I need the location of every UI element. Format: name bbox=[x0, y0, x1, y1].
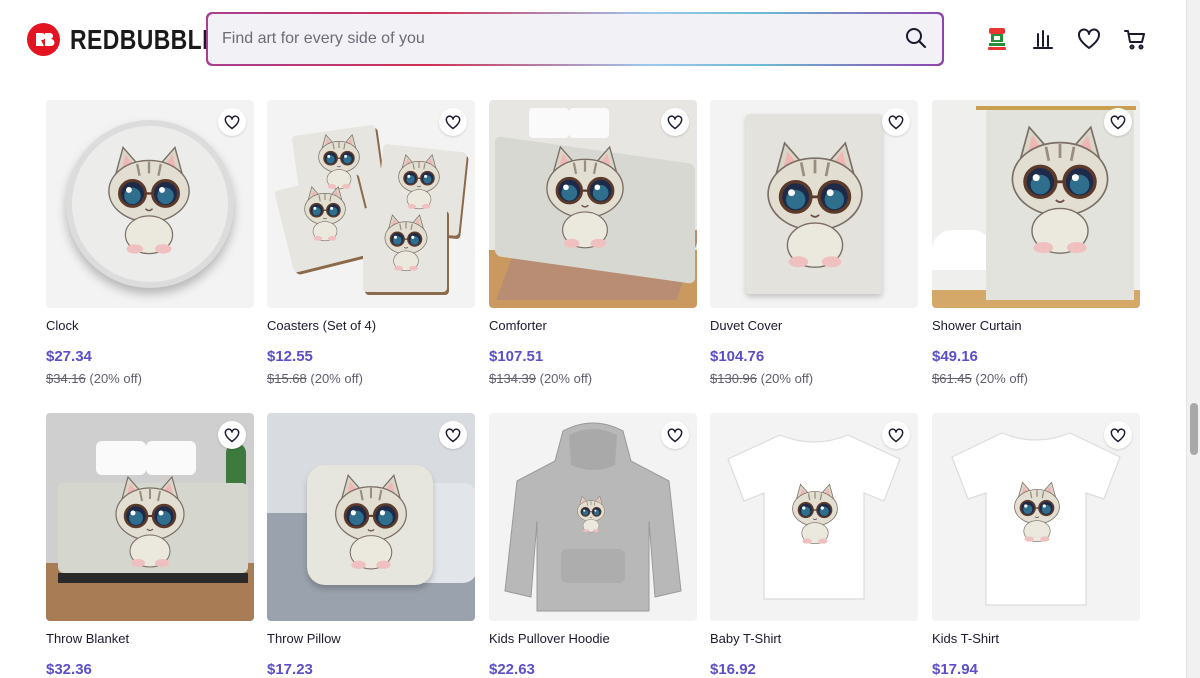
product-price: $49.16 bbox=[932, 348, 978, 365]
search-input[interactable] bbox=[222, 14, 882, 64]
original-price-row: $34.16 (20% off) bbox=[46, 371, 254, 386]
product-price: $16.92 bbox=[710, 661, 756, 678]
favorite-heart-icon[interactable] bbox=[218, 108, 246, 136]
product-image[interactable] bbox=[267, 413, 475, 621]
search-bar bbox=[206, 12, 944, 66]
product-title[interactable]: Throw Pillow bbox=[267, 631, 475, 647]
product-title[interactable]: Throw Blanket bbox=[46, 631, 254, 647]
discount-label: (20% off) bbox=[89, 371, 142, 386]
product-card[interactable]: Comforter $107.51 $134.39 (20% off) bbox=[489, 100, 697, 386]
product-card[interactable]: Coasters (Set of 4) $12.55 $15.68 (20% off… bbox=[267, 100, 475, 386]
product-card[interactable]: Throw Pillow $17.23 bbox=[267, 413, 475, 678]
product-image[interactable] bbox=[267, 100, 475, 308]
user-avatar-icon[interactable] bbox=[985, 26, 1009, 52]
product-title[interactable]: Comforter bbox=[489, 318, 697, 334]
product-card[interactable]: Baby T-Shirt $16.92 bbox=[710, 413, 918, 678]
redbubble-logo-mark bbox=[27, 23, 60, 56]
favorite-heart-icon[interactable] bbox=[882, 108, 910, 136]
product-title[interactable]: Shower Curtain bbox=[932, 318, 1140, 334]
original-price-row: $61.45 (20% off) bbox=[932, 371, 1140, 386]
product-price: $12.55 bbox=[267, 348, 313, 365]
original-price-row: $130.96 (20% off) bbox=[710, 371, 918, 386]
scrollbar-thumb[interactable] bbox=[1190, 403, 1198, 455]
activity-icon[interactable] bbox=[1031, 26, 1055, 52]
favorite-heart-icon[interactable] bbox=[439, 421, 467, 449]
product-title[interactable]: Baby T-Shirt bbox=[710, 631, 918, 647]
favorite-heart-icon[interactable] bbox=[1104, 421, 1132, 449]
product-price: $27.34 bbox=[46, 348, 92, 365]
product-title[interactable]: Clock bbox=[46, 318, 254, 334]
favorite-heart-icon[interactable] bbox=[661, 108, 689, 136]
favorite-heart-icon[interactable] bbox=[439, 108, 467, 136]
product-card[interactable]: Shower Curtain $49.16 $61.45 (20% off) bbox=[932, 100, 1140, 386]
site-header: REDBUBBLE bbox=[0, 0, 1186, 80]
heart-icon[interactable] bbox=[1077, 26, 1101, 52]
product-card[interactable]: Clock $27.34 $34.16 (20% off) bbox=[46, 100, 254, 386]
product-price: $22.63 bbox=[489, 661, 535, 678]
original-price-row: $134.39 (20% off) bbox=[489, 371, 697, 386]
search-icon[interactable] bbox=[904, 26, 930, 52]
original-price: $134.39 bbox=[489, 371, 536, 386]
original-price: $34.16 bbox=[46, 371, 86, 386]
brand-name: REDBUBBLE bbox=[70, 23, 218, 55]
favorite-heart-icon[interactable] bbox=[1104, 108, 1132, 136]
product-price: $107.51 bbox=[489, 348, 544, 365]
product-title[interactable]: Coasters (Set of 4) bbox=[267, 318, 475, 334]
cart-icon[interactable] bbox=[1123, 26, 1147, 52]
product-title[interactable]: Kids Pullover Hoodie bbox=[489, 631, 697, 647]
product-image[interactable] bbox=[489, 100, 697, 308]
product-image[interactable] bbox=[710, 100, 918, 308]
original-price-row: $15.68 (20% off) bbox=[267, 371, 475, 386]
page-scrollbar[interactable] bbox=[1186, 0, 1200, 678]
favorite-heart-icon[interactable] bbox=[882, 421, 910, 449]
original-price: $15.68 bbox=[267, 371, 307, 386]
discount-label: (20% off) bbox=[310, 371, 363, 386]
product-card[interactable]: Duvet Cover $104.76 $130.96 (20% off) bbox=[710, 100, 918, 386]
product-price: $104.76 bbox=[710, 348, 765, 365]
product-image[interactable] bbox=[46, 100, 254, 308]
product-price: $17.94 bbox=[932, 661, 978, 678]
favorite-heart-icon[interactable] bbox=[661, 421, 689, 449]
product-card[interactable]: Kids Pullover Hoodie $22.63 bbox=[489, 413, 697, 678]
product-price: $32.36 bbox=[46, 661, 92, 678]
favorite-heart-icon[interactable] bbox=[218, 421, 246, 449]
product-title[interactable]: Kids T-Shirt bbox=[932, 631, 1140, 647]
product-price: $17.23 bbox=[267, 661, 313, 678]
discount-label: (20% off) bbox=[760, 371, 814, 386]
product-image[interactable] bbox=[46, 413, 254, 621]
product-card[interactable]: Kids T-Shirt $17.94 bbox=[932, 413, 1140, 678]
discount-label: (20% off) bbox=[975, 371, 1028, 386]
product-image[interactable] bbox=[932, 413, 1140, 621]
product-title[interactable]: Duvet Cover bbox=[710, 318, 918, 334]
original-price: $61.45 bbox=[932, 371, 972, 386]
product-image[interactable] bbox=[710, 413, 918, 621]
product-image[interactable] bbox=[489, 413, 697, 621]
product-card[interactable]: Throw Blanket $32.36 bbox=[46, 413, 254, 678]
discount-label: (20% off) bbox=[539, 371, 593, 386]
original-price: $130.96 bbox=[710, 371, 757, 386]
product-image[interactable] bbox=[932, 100, 1140, 308]
